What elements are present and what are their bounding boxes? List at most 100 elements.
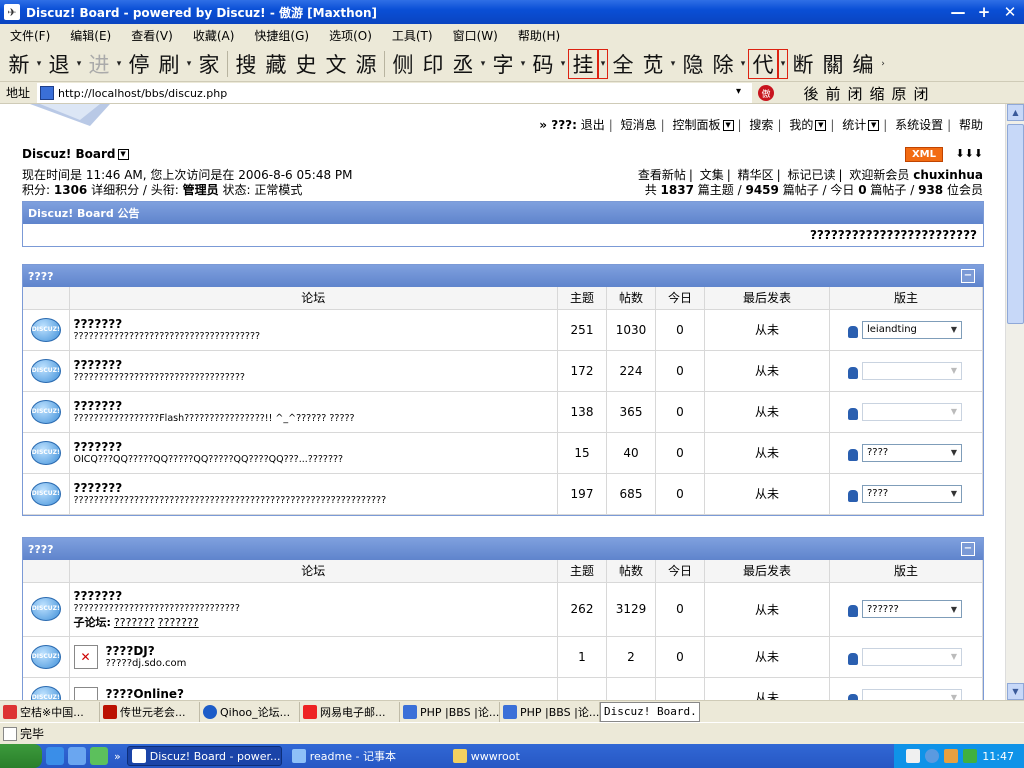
- browser-tab[interactable]: 传世元老会...: [100, 701, 200, 722]
- back-button[interactable]: 退: [44, 49, 74, 79]
- favorites-button[interactable]: 藏: [261, 49, 291, 79]
- board-dropdown-icon[interactable]: ▼: [117, 149, 129, 160]
- moderator-select[interactable]: ▼: [862, 361, 962, 380]
- category-title[interactable]: ????: [28, 543, 54, 556]
- scroll-up-icon[interactable]: ▲: [1007, 104, 1024, 121]
- source-button[interactable]: 源: [351, 49, 381, 79]
- tray-network-icon[interactable]: [925, 749, 940, 763]
- vertical-scrollbar[interactable]: ▲ ▼: [1005, 104, 1024, 700]
- font-dropdown[interactable]: ▾: [518, 59, 528, 69]
- menu-edit[interactable]: 编辑(E): [60, 27, 121, 44]
- hang-button[interactable]: 挂: [568, 48, 598, 79]
- menu-view[interactable]: 查看(V): [121, 27, 183, 44]
- forward-button[interactable]: 进: [84, 49, 114, 79]
- jump-arrows-icon[interactable]: ⬇⬇⬇: [955, 147, 983, 160]
- taskbar-task[interactable]: wwwroot: [449, 746, 604, 766]
- edit-button[interactable]: 编: [848, 49, 878, 79]
- new-button[interactable]: 新: [4, 49, 34, 79]
- menu-options[interactable]: 选项(O): [319, 27, 382, 44]
- forum-name-link[interactable]: ???????: [70, 440, 558, 454]
- menu-window[interactable]: 窗口(W): [443, 27, 508, 44]
- clear-dropdown[interactable]: ▾: [738, 59, 748, 69]
- tray-update-icon[interactable]: [963, 749, 978, 763]
- maxthon-app-icon[interactable]: ✈: [4, 4, 20, 20]
- back-dropdown[interactable]: ▾: [74, 59, 84, 69]
- controlpanel-dropdown-icon[interactable]: ▼: [722, 120, 734, 131]
- subforum-link[interactable]: ???????: [114, 616, 155, 629]
- menu-help[interactable]: 帮助(H): [508, 27, 570, 44]
- menu-file[interactable]: 文件(F): [0, 27, 60, 44]
- refresh-dropdown[interactable]: ▾: [184, 59, 194, 69]
- newest-member-link[interactable]: chuxinhua: [913, 168, 983, 182]
- forum-name-link[interactable]: ???????: [70, 399, 558, 413]
- moderator-select[interactable]: ???? ▼: [862, 484, 962, 503]
- forward-small-button[interactable]: 前: [822, 83, 844, 104]
- mark-read-link[interactable]: 标记已读: [787, 168, 835, 182]
- stats-link[interactable]: 统计: [842, 118, 866, 132]
- browser-tab[interactable]: PHP |BBS |论...: [400, 701, 500, 722]
- proxy-button[interactable]: 代: [748, 48, 778, 79]
- font-button[interactable]: 字: [488, 49, 518, 79]
- moderator-select[interactable]: ▼: [862, 402, 962, 421]
- address-dropdown-icon[interactable]: ▾: [736, 86, 741, 97]
- moderator-select[interactable]: ▼: [862, 647, 962, 666]
- digest-link[interactable]: 精华区: [738, 168, 774, 182]
- maximize-button[interactable]: +: [972, 2, 996, 22]
- browser-tab[interactable]: 空桔※中国...: [0, 701, 100, 722]
- tray-users-icon[interactable]: [944, 749, 959, 763]
- close-all-button[interactable]: 闭: [910, 83, 932, 104]
- address-input[interactable]: http://localhost/bbs/discuz.php: [37, 83, 752, 103]
- browser-tab-active[interactable]: Discuz! Board...: [600, 701, 700, 722]
- forum-name-link[interactable]: ???????: [70, 589, 558, 603]
- toolbar-overflow[interactable]: ›: [878, 59, 888, 69]
- forum-name-link[interactable]: ????Online?: [102, 687, 184, 701]
- close-button[interactable]: ✕: [998, 2, 1022, 22]
- xml-feed-button[interactable]: XML: [904, 147, 943, 162]
- blank-button[interactable]: 苋: [638, 49, 668, 79]
- proxy-dropdown[interactable]: ▾: [778, 48, 788, 79]
- browser-tab[interactable]: PHP |BBS |论...: [500, 701, 600, 722]
- disconnect-button[interactable]: 断: [788, 49, 818, 79]
- zoom-button[interactable]: 缩: [866, 83, 888, 104]
- moderator-select[interactable]: ▼: [862, 688, 962, 700]
- collapse-icon[interactable]: −: [961, 542, 975, 556]
- blank-dropdown[interactable]: ▾: [668, 59, 678, 69]
- encoding-dropdown[interactable]: ▾: [558, 59, 568, 69]
- forum-name-link[interactable]: ???????: [70, 481, 558, 495]
- text-button[interactable]: 文: [321, 49, 351, 79]
- hang-dropdown[interactable]: ▾: [598, 48, 608, 79]
- forum-name-link[interactable]: ????DJ?: [102, 644, 187, 658]
- history-button[interactable]: 史: [291, 49, 321, 79]
- forward-dropdown[interactable]: ▾: [114, 59, 124, 69]
- collapse-icon[interactable]: −: [961, 269, 975, 283]
- stop-button[interactable]: 停: [124, 49, 154, 79]
- board-name-link[interactable]: Discuz! Board: [22, 147, 116, 161]
- sidebar-button[interactable]: 侧: [388, 49, 418, 79]
- start-button[interactable]: [0, 744, 42, 768]
- menu-favorites[interactable]: 收藏(A): [183, 27, 245, 44]
- search-button[interactable]: 搜: [231, 49, 261, 79]
- pm-link[interactable]: 短消息: [621, 118, 657, 132]
- moderator-select[interactable]: leiandting ▼: [862, 320, 962, 339]
- forum-name-link[interactable]: ???????: [70, 317, 558, 331]
- new-posts-link[interactable]: 查看新帖: [638, 168, 686, 182]
- moderator-select[interactable]: ?????? ▼: [862, 600, 962, 618]
- moderator-select[interactable]: ???? ▼: [862, 443, 962, 462]
- scroll-thumb[interactable]: [1007, 124, 1024, 324]
- search-link[interactable]: 搜索: [749, 118, 773, 132]
- back-small-button[interactable]: 後: [800, 83, 822, 104]
- minimize-button[interactable]: —: [946, 2, 970, 22]
- menu-tools[interactable]: 工具(T): [382, 27, 443, 44]
- fullscreen-button[interactable]: 全: [608, 49, 638, 79]
- stats-dropdown-icon[interactable]: ▼: [868, 120, 880, 131]
- forum-name-link[interactable]: ???????: [70, 358, 558, 372]
- clock[interactable]: 11:47: [982, 750, 1014, 763]
- browser-tab[interactable]: 网易电子邮...: [300, 701, 400, 722]
- my-dropdown-icon[interactable]: ▼: [815, 120, 827, 131]
- taskbar-task[interactable]: Discuz! Board - power...: [126, 746, 282, 766]
- quicklaunch-more-icon[interactable]: »: [114, 750, 121, 763]
- archive-link[interactable]: 文集: [700, 168, 724, 182]
- browser-tab[interactable]: Qihoo_论坛...: [200, 701, 300, 722]
- refresh-button[interactable]: 刷: [154, 49, 184, 79]
- maxthon-seal-icon[interactable]: 傲: [758, 85, 774, 101]
